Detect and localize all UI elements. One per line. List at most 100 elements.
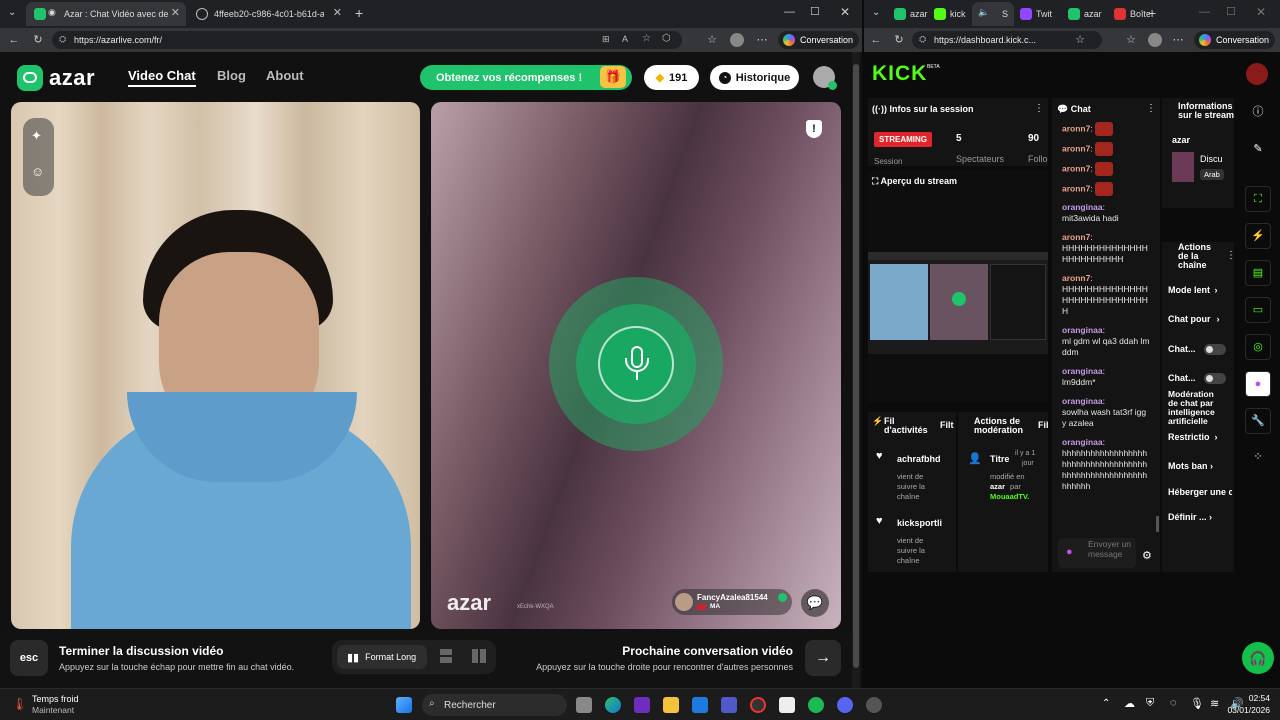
edit-pencil-icon[interactable]: ✎ — [1245, 137, 1271, 163]
chat-username[interactable]: oranginaa — [1062, 325, 1103, 335]
reload-icon[interactable]: ↻ — [31, 33, 45, 47]
extensions-icon[interactable]: ⬡ — [662, 33, 671, 44]
vpn-icon[interactable]: ⛨ — [1146, 697, 1154, 710]
mic-tray-icon[interactable]: 🎙 — [1190, 697, 1204, 710]
side-layout-icon[interactable] — [472, 649, 486, 663]
close-tab-icon[interactable]: ✕ — [333, 6, 342, 19]
channel-actions-menu-icon[interactable]: ⋮ — [1226, 250, 1236, 261]
minimize-icon[interactable]: — — [784, 6, 795, 18]
nav-about[interactable]: About — [266, 68, 304, 83]
rewards-button[interactable]: Obtenez vos récompenses ! 🎁 — [420, 65, 632, 90]
report-shield-icon[interactable]: ! — [806, 120, 822, 138]
chat-toggle-2[interactable] — [1204, 373, 1226, 384]
network-icon[interactable]: ◌ — [1170, 697, 1177, 709]
location-pin-icon[interactable]: ● — [1245, 371, 1271, 397]
url-field[interactable]: ⛭ https://azarlive.com/fr/ ⊞ A ☆ ⬡ — [52, 31, 682, 49]
new-tab-icon[interactable]: + — [1148, 5, 1156, 21]
back-icon[interactable]: ← — [869, 33, 883, 47]
chat-menu-icon[interactable]: ⋮ — [1146, 103, 1156, 114]
gems-button[interactable]: ◆ 191 — [644, 65, 699, 90]
stacked-layout-icon[interactable] — [440, 649, 452, 663]
clock-time[interactable]: 02:54 — [1230, 693, 1270, 703]
favorite-star-icon[interactable]: ☆ — [1073, 33, 1087, 47]
ai-moderation-action[interactable]: Modération de chat par intelligence arti… — [1168, 390, 1226, 426]
translate-icon[interactable]: ⊞ — [602, 34, 610, 45]
onedrive-icon[interactable]: ☁ — [1124, 697, 1135, 710]
minimize-icon[interactable]: — — [1199, 6, 1210, 18]
copilot-conversation-button[interactable]: Conversation — [1194, 31, 1276, 49]
maximize-icon[interactable]: ☐ — [810, 5, 820, 18]
set-action[interactable]: Définir ... › — [1168, 512, 1212, 522]
clock-date[interactable]: 03/01/2026 — [1220, 705, 1270, 715]
profile-avatar-icon[interactable] — [1148, 33, 1162, 47]
activity-user-1[interactable]: achrafbhd — [897, 454, 941, 464]
file-explorer-icon[interactable] — [663, 697, 679, 713]
chat-username[interactable]: aronn7 — [1062, 183, 1090, 193]
edge-icon[interactable] — [605, 697, 621, 713]
stream-preview-icon[interactable]: ⛶ — [1245, 186, 1271, 212]
activity-user-2[interactable]: kicksportli — [897, 518, 953, 528]
activity-bolt-icon[interactable]: ⚡ — [1245, 223, 1271, 249]
copilot-conversation-button[interactable]: Conversation — [778, 31, 860, 49]
moderation-text-4[interactable]: MouaadTV. — [990, 492, 1029, 501]
azar-logo[interactable]: azar — [17, 65, 95, 91]
tab-azar[interactable]: ◉ Azar : Chat Vidéo avec de no ✕ — [26, 2, 186, 26]
history-button[interactable]: ◔ Historique — [710, 65, 799, 90]
recorder-app-icon[interactable] — [750, 697, 766, 713]
format-long-button[interactable]: ▮▮ Format Long — [337, 645, 427, 669]
new-tab-icon[interactable]: + — [355, 5, 363, 21]
weather-widget[interactable]: 🌡 Temps froid Maintenant — [10, 693, 110, 717]
kick-app-icon[interactable] — [779, 697, 795, 713]
slow-mode-action[interactable]: Mode lent › — [1168, 285, 1218, 295]
wrench-icon[interactable]: 🔧 — [1245, 408, 1271, 434]
sparkle-effects-icon[interactable]: ✦ — [31, 128, 42, 144]
chat-username[interactable]: oranginaa — [1062, 202, 1103, 212]
chat-toggle-1[interactable] — [1204, 344, 1226, 355]
more-menu-icon[interactable]: ⋯ — [1171, 33, 1185, 47]
profile-avatar-icon[interactable] — [730, 33, 744, 47]
support-headset-button[interactable]: 🎧 — [1242, 642, 1274, 674]
chat-input[interactable]: ● Envoyer un message — [1058, 538, 1136, 568]
chat-username[interactable]: oranginaa — [1062, 366, 1103, 376]
more-menu-icon[interactable]: ⋯ — [755, 33, 769, 47]
tab-kick[interactable]: kick — [930, 2, 970, 26]
favorite-star-icon[interactable]: ☆ — [642, 33, 651, 44]
kick-logo[interactable]: KICK — [872, 62, 927, 86]
info-icon[interactable]: ⓘ — [1245, 100, 1271, 126]
back-icon[interactable]: ← — [7, 33, 21, 47]
tab-twitch[interactable]: Twit — [1016, 2, 1062, 26]
store-icon[interactable] — [692, 697, 708, 713]
purple-app-icon[interactable] — [634, 697, 650, 713]
user-avatar[interactable] — [1246, 63, 1268, 85]
chat-username[interactable]: aronn7 — [1062, 143, 1090, 153]
nav-video-chat[interactable]: Video Chat — [128, 68, 196, 87]
close-tab-icon[interactable]: ✕ — [171, 6, 180, 19]
banned-words-action[interactable]: Mots ban › — [1168, 461, 1213, 471]
more-widgets-icon[interactable]: ⁘ — [1245, 445, 1271, 471]
tab-file[interactable]: 4ffeeb20-c986-4c01-b61d-aca64a ✕ — [188, 2, 348, 26]
tab-inbox[interactable]: Boîte — [1110, 2, 1150, 26]
windows-start-icon[interactable] — [396, 697, 412, 713]
chat-username[interactable]: oranginaa — [1062, 437, 1103, 447]
chat-username[interactable]: aronn7 — [1062, 123, 1090, 133]
wifi-icon[interactable]: ≋ — [1210, 697, 1219, 710]
discord-icon[interactable] — [837, 697, 853, 713]
face-filter-icon[interactable]: ☺ — [31, 164, 44, 179]
spotify-icon[interactable] — [808, 697, 824, 713]
chat-scrollbar[interactable] — [1156, 516, 1159, 532]
activity-filter[interactable]: Filt — [940, 420, 956, 430]
teams-icon[interactable] — [721, 697, 737, 713]
taskbar-search[interactable]: ⌕ Rechercher — [422, 694, 567, 716]
esc-key-button[interactable]: esc — [10, 640, 48, 676]
tab-azar-2[interactable]: azar — [1064, 2, 1108, 26]
session-menu-icon[interactable]: ⋮ — [1034, 103, 1044, 114]
collections-icon[interactable]: ☆ — [1124, 33, 1138, 47]
followers-chat-action[interactable]: Chat pour › — [1168, 314, 1220, 324]
chat-bubble-button[interactable]: 💬 — [801, 589, 829, 617]
task-view-icon[interactable] — [576, 697, 592, 713]
tray-chevron-icon[interactable]: ⌃ — [1102, 698, 1110, 709]
nav-blog[interactable]: Blog — [217, 68, 246, 83]
tab-list-chevron-icon[interactable]: ⌄ — [8, 7, 16, 18]
maximize-icon[interactable]: ☐ — [1226, 5, 1236, 18]
settings-gear-icon[interactable] — [866, 697, 882, 713]
